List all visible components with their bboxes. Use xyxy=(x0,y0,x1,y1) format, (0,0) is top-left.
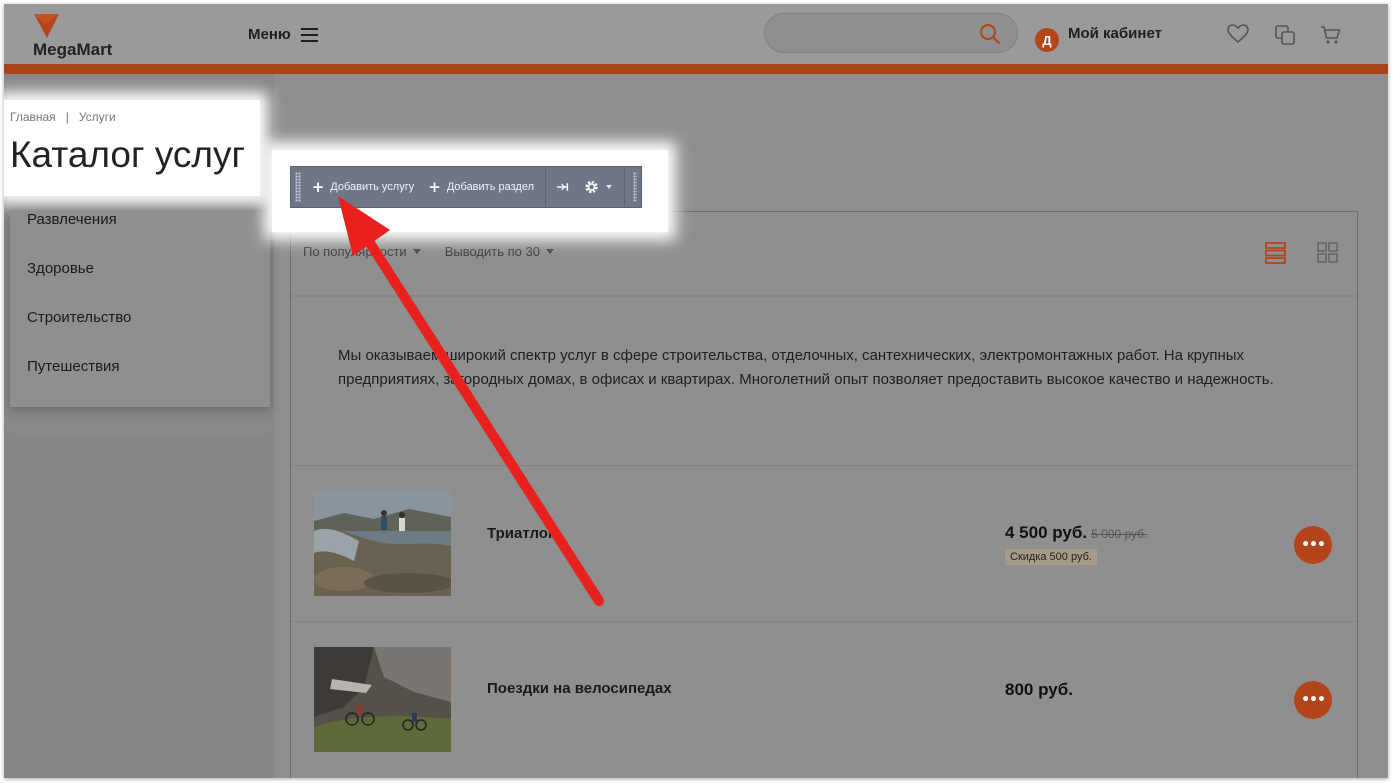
product-price: 800 руб. xyxy=(1005,680,1073,700)
heart-icon[interactable] xyxy=(1227,24,1249,44)
current-price: 800 руб. xyxy=(1005,680,1073,699)
product-image-cycling[interactable] xyxy=(314,647,451,752)
product-image-triathlon[interactable] xyxy=(314,491,451,596)
catalog-panel: По популярности Выводить по 30 Мы оказыв… xyxy=(290,211,1358,778)
sidebar-shadow xyxy=(4,407,274,437)
current-price: 4 500 руб. xyxy=(1005,523,1088,542)
product-name[interactable]: Триатлон xyxy=(487,525,557,542)
more-dots-icon: ••• xyxy=(1301,537,1326,553)
add-service-label: Добавить услугу xyxy=(330,181,415,193)
logo-text: MegaMart xyxy=(33,40,113,59)
more-options-button[interactable]: ••• xyxy=(1294,526,1332,564)
drag-handle-icon[interactable] xyxy=(295,172,301,202)
cycling-photo xyxy=(314,647,451,752)
search-icon[interactable] xyxy=(979,23,1001,45)
grid-view-icon[interactable] xyxy=(1317,242,1339,264)
category-sidebar: Развлечения Здоровье Строительство Путеш… xyxy=(10,211,270,407)
add-section-label: Добавить раздел xyxy=(446,181,535,193)
product-price: 4 500 руб. 5 000 руб. xyxy=(1005,523,1147,543)
menu-button[interactable]: Меню xyxy=(248,26,319,43)
site-header: MegaMart Меню Д Мой кабинет xyxy=(4,4,1388,64)
search-input[interactable] xyxy=(781,23,975,45)
breadcrumb-current[interactable]: Услуги xyxy=(79,110,116,124)
catalog-description: Мы оказываем широкий спектр услуг в сфер… xyxy=(338,347,1274,389)
compare-icon[interactable] xyxy=(1274,24,1296,46)
toolbar-separator xyxy=(545,168,546,206)
chevron-down-icon xyxy=(545,249,554,254)
header-accent-line xyxy=(4,64,1388,74)
chevron-down-icon xyxy=(412,249,421,254)
avatar: Д xyxy=(1035,28,1059,52)
sidebar-item-travel[interactable]: Путешествия xyxy=(10,358,270,407)
menu-label: Меню xyxy=(248,26,291,43)
search-box xyxy=(764,13,1018,53)
add-service-button[interactable]: + Добавить услугу xyxy=(305,177,422,196)
plus-icon: + xyxy=(311,177,325,196)
product-name[interactable]: Поездки на велосипедах xyxy=(487,680,672,697)
discount-badge: Скидка 500 руб. xyxy=(1005,549,1097,565)
page-title: Каталог услуг xyxy=(10,134,245,175)
sort-order-dropdown[interactable]: По популярности xyxy=(303,244,421,259)
admin-toolbar: + Добавить услугу + Добавить раздел xyxy=(290,166,642,208)
pin-icon[interactable] xyxy=(556,181,569,193)
old-price: 5 000 руб. xyxy=(1091,527,1148,541)
my-account-label: Мой кабинет xyxy=(1068,24,1162,42)
per-page-label: Выводить по 30 xyxy=(444,244,540,259)
logo-mark-icon xyxy=(34,14,59,38)
sidebar-item-entertainment[interactable]: Развлечения xyxy=(10,211,270,260)
sort-bar: По популярности Выводить по 30 xyxy=(303,244,554,259)
product-row: Триатлон 4 500 руб. 5 000 руб. Скидка 500… xyxy=(291,466,1357,621)
my-account-link[interactable]: Д Мой кабинет xyxy=(1035,22,1162,52)
site-logo[interactable]: MegaMart xyxy=(33,12,133,62)
breadcrumb-home-link[interactable]: Главная xyxy=(10,110,56,124)
drag-handle-icon[interactable] xyxy=(633,172,638,202)
product-row: Поездки на велосипедах 800 руб. ••• xyxy=(291,622,1357,777)
cart-icon[interactable] xyxy=(1320,24,1342,46)
sort-order-label: По популярности xyxy=(303,244,407,259)
triathlon-photo xyxy=(314,491,451,596)
settings-gear-icon[interactable] xyxy=(583,178,600,196)
page-frame: MegaMart Меню Д Мой кабинет Главная | Ус… xyxy=(4,4,1388,778)
breadcrumb: Главная | Услуги xyxy=(10,110,116,124)
per-page-dropdown[interactable]: Выводить по 30 xyxy=(445,244,554,259)
more-options-button[interactable]: ••• xyxy=(1294,681,1332,719)
sidebar-item-health[interactable]: Здоровье xyxy=(10,260,270,309)
list-view-icon[interactable] xyxy=(1265,242,1287,264)
sidebar-item-construction[interactable]: Строительство xyxy=(10,309,270,358)
plus-icon: + xyxy=(428,177,441,196)
toolbar-separator xyxy=(624,168,626,206)
more-dots-icon: ••• xyxy=(1301,692,1326,708)
hamburger-icon xyxy=(300,27,318,42)
settings-dropdown-chevron-icon[interactable] xyxy=(606,185,613,189)
breadcrumb-title-highlight: Главная | Услуги Каталог услуг xyxy=(4,100,260,196)
breadcrumb-separator: | xyxy=(65,110,69,124)
sort-divider xyxy=(291,295,1357,297)
add-section-button[interactable]: + Добавить раздел xyxy=(421,177,541,196)
